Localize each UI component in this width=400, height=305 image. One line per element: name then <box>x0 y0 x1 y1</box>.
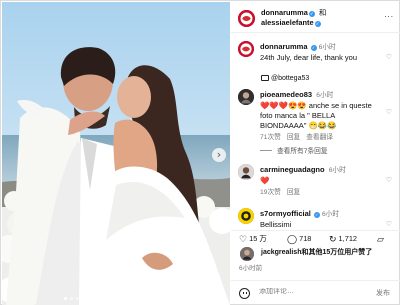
comment-time: 6小时 <box>328 167 346 174</box>
post-header: donnarumma ✓ 和 alessiaelefante ✓ ... <box>231 2 400 33</box>
reply-button[interactable]: 回复 <box>287 189 300 196</box>
caption-time: 6小时 <box>318 44 336 51</box>
heart-icon[interactable]: ♡ <box>386 108 392 116</box>
post-comment-button[interactable]: 发布 <box>376 288 390 298</box>
carousel-dot <box>64 297 67 300</box>
author-connector: 和 <box>318 8 327 17</box>
comment-time: 6小时 <box>316 92 334 99</box>
comments-list: donnarumma ✓ 6小时 24th July, dear life, th… <box>231 34 400 230</box>
heart-icon: ♡ <box>239 235 248 245</box>
view-replies-button[interactable]: 查看所有7条回复 <box>260 147 382 157</box>
caption-text: 24th July, dear life, thank you <box>260 53 358 62</box>
liker-avatar-image <box>240 247 254 261</box>
replies-line <box>260 150 272 151</box>
mention-text: @bottega53 <box>271 75 310 82</box>
comment-text: Bellissimi <box>260 220 292 229</box>
emoji-icon[interactable] <box>239 288 250 299</box>
carousel-dot <box>76 297 79 300</box>
wedding-photo-art <box>2 2 230 305</box>
comment-body: pioeamedeo83 6小时 ❤️❤️❤️😍😍 anche se in qu… <box>260 90 382 157</box>
author-avatar-image <box>238 10 255 27</box>
carousel-dots <box>64 297 163 300</box>
carousel-dot <box>82 297 85 300</box>
tag-icon <box>261 75 269 81</box>
heart-icon[interactable]: ♡ <box>386 220 392 228</box>
carousel-dot <box>112 297 115 300</box>
carousel-dot <box>148 297 151 300</box>
shares-count: 1,712 <box>338 234 358 243</box>
verified-icon: ✓ <box>313 212 320 218</box>
comment-avatar-image <box>238 164 254 180</box>
carousel-dot <box>94 297 97 300</box>
translate-button[interactable]: 查看翻译 <box>306 134 333 141</box>
caption-avatar[interactable] <box>238 41 254 57</box>
comment-avatar[interactable] <box>238 208 254 224</box>
comment-box: 发布 <box>231 280 400 305</box>
share-icon: ↻ <box>329 235 337 245</box>
comment-avatar-image <box>238 89 254 105</box>
comment-body: carmineguadagno 6小时 ❤️ 19次赞 回复 <box>260 165 382 198</box>
carousel-dot <box>124 297 127 300</box>
wedding-photo[interactable]: › <box>2 2 230 305</box>
comment-avatar[interactable] <box>238 89 254 105</box>
carousel-dot <box>118 297 121 300</box>
carousel-dot <box>106 297 109 300</box>
comment-body: s7ormyofficial ✓ 6小时 Bellissimi <box>260 209 382 230</box>
comment-meta: 71次赞 回复 查看翻译 <box>260 133 382 143</box>
comment-text: ❤️ <box>260 176 270 185</box>
heart-icon[interactable]: ♡ <box>386 176 392 184</box>
comment-avatar-image <box>238 208 254 224</box>
comment-avatar[interactable] <box>238 164 254 180</box>
coauthor-name[interactable]: alessiaelefante <box>261 18 314 27</box>
carousel-dot <box>160 297 163 300</box>
liked-by-text: jackgrealish和其他15万位用户赞了 <box>261 249 373 256</box>
post-sidebar: donnarumma ✓ 和 alessiaelefante ✓ ... donna… <box>231 2 400 305</box>
comment-username[interactable]: carmineguadagno <box>260 165 325 174</box>
save-button[interactable]: ▱ <box>377 234 386 245</box>
comment-username[interactable]: s7ormyofficial <box>260 209 311 218</box>
comment-meta: 19次赞 回复 <box>260 188 382 198</box>
bookmark-icon: ▱ <box>377 235 384 245</box>
carousel-dot <box>70 297 73 300</box>
carousel-dot <box>154 297 157 300</box>
caption-username[interactable]: donnarumma <box>260 42 308 51</box>
next-photo-button[interactable]: › <box>212 148 226 162</box>
comment-username[interactable]: pioeamedeo83 <box>260 90 312 99</box>
author-avatar[interactable] <box>238 10 255 27</box>
liked-by[interactable]: jackgrealish和其他15万位用户赞了 <box>240 247 373 261</box>
carousel-dot <box>88 297 91 300</box>
post-actions: ♡ 15 万 ◯ 718 ↻ 1,712 ▱ <box>231 230 400 247</box>
view-replies-text: 查看所有7条回复 <box>277 148 328 155</box>
reply-button[interactable]: 回复 <box>287 134 300 141</box>
comment-time: 6小时 <box>321 211 340 218</box>
post-time: 6小时前 <box>239 265 263 272</box>
carousel-dot <box>130 297 133 300</box>
comment-likes[interactable]: 19次赞 <box>260 189 281 196</box>
comment-button[interactable]: ◯ 718 <box>287 234 311 245</box>
tagged-account[interactable]: @bottega53 <box>261 75 309 82</box>
instagram-post: › donnarumma ✓ 和 alessiaelefante ✓ ... d… <box>0 0 400 305</box>
heart-icon[interactable]: ♡ <box>386 53 392 61</box>
comment-icon: ◯ <box>287 235 298 245</box>
caption-avatar-image <box>238 41 254 57</box>
comment-input[interactable] <box>259 288 354 295</box>
liker-avatar <box>240 247 254 261</box>
caption-body: donnarumma ✓ 6小时 24th July, dear life, th… <box>260 42 382 63</box>
likes-count: 15 万 <box>249 234 267 243</box>
like-button[interactable]: ♡ 15 万 <box>239 234 267 245</box>
verified-icon: ✓ <box>310 45 317 51</box>
post-authors: donnarumma ✓ 和 alessiaelefante ✓ <box>261 8 326 28</box>
more-options-icon[interactable]: ... <box>384 10 394 19</box>
comments-count: 718 <box>299 234 312 243</box>
share-button[interactable]: ↻ 1,712 <box>329 234 357 245</box>
carousel-dot <box>100 297 103 300</box>
carousel-dot <box>136 297 139 300</box>
verified-icon: ✓ <box>314 21 321 27</box>
carousel-dot <box>142 297 145 300</box>
author-name[interactable]: donnarumma <box>261 8 308 17</box>
verified-icon: ✓ <box>308 11 315 17</box>
comment-text: ❤️❤️❤️😍😍 anche se in queste foto manca l… <box>260 101 372 130</box>
comment-likes[interactable]: 71次赞 <box>260 134 281 141</box>
